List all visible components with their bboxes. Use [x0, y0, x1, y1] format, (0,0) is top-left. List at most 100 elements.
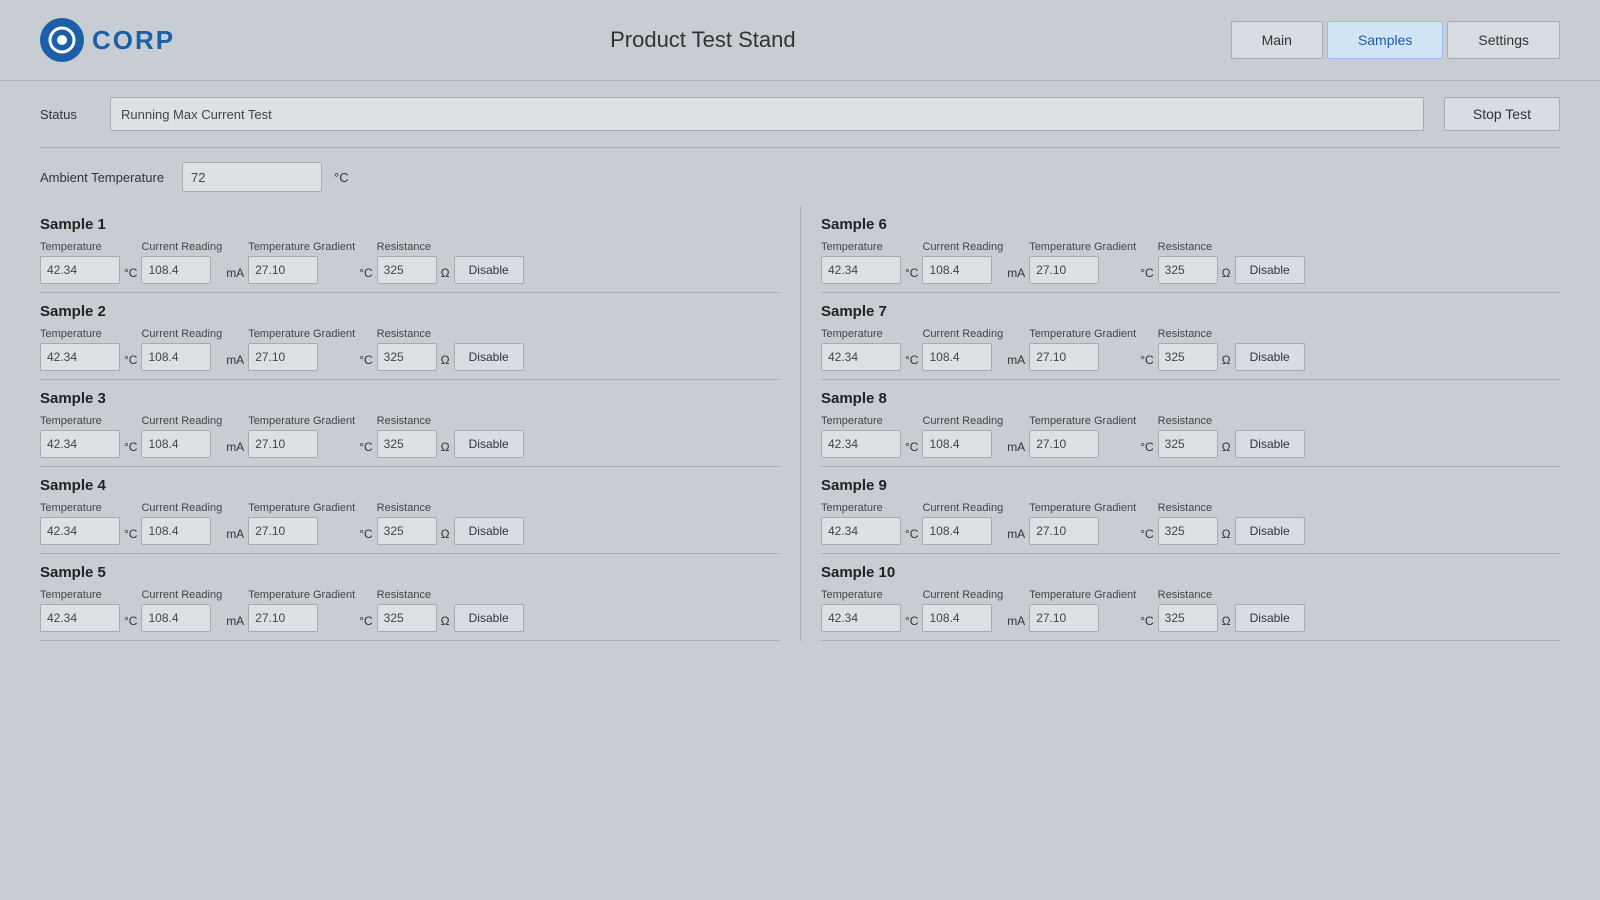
sample-1-tg-label: Temperature Gradient — [248, 241, 355, 253]
sample-4-fields: Temperature °C Current Reading mA Temper… — [40, 502, 780, 545]
sample-2-tg-input[interactable] — [248, 343, 318, 371]
sample-5-fields: Temperature °C Current Reading mA Temper… — [40, 589, 780, 632]
sample-4-title: Sample 4 — [40, 477, 780, 494]
nav-buttons: Main Samples Settings — [1231, 21, 1560, 59]
status-bar: Status Stop Test — [0, 81, 1600, 147]
sample-10-fields: Temperature °C Current Reading mA Temper… — [821, 589, 1560, 632]
sample-7-fields: Temperature °C Current Reading mA Temper… — [821, 328, 1560, 371]
sample-5-temp-input[interactable] — [40, 604, 120, 632]
sample-2-disable-btn[interactable]: Disable — [454, 343, 524, 371]
sample-3-fields: Temperature °C Current Reading mA Temper… — [40, 415, 780, 458]
sample-2-res-input[interactable] — [377, 343, 437, 371]
sample-7-disable-btn[interactable]: Disable — [1235, 343, 1305, 371]
sample-1-temp-input[interactable] — [40, 256, 120, 284]
sample-1-current-label: Current Reading — [141, 241, 222, 253]
sample-3-section: Sample 3 Temperature °C Current Reading … — [40, 380, 780, 467]
sample-4-tg-input[interactable] — [248, 517, 318, 545]
sample-5-disable-btn[interactable]: Disable — [454, 604, 524, 632]
sample-2-section: Sample 2 Temperature °C Current Reading … — [40, 293, 780, 380]
sample-5-current-input[interactable] — [141, 604, 211, 632]
samples-right-col: Sample 6 Temperature °C Current Reading … — [800, 206, 1560, 641]
status-input[interactable] — [110, 97, 1424, 131]
logo: CORP — [40, 18, 175, 62]
sample-10-title: Sample 10 — [821, 564, 1560, 581]
sample-6-disable-btn[interactable]: Disable — [1235, 256, 1305, 284]
sample-6-res-input[interactable] — [1158, 256, 1218, 284]
nav-main[interactable]: Main — [1231, 21, 1323, 59]
sample-10-res-input[interactable] — [1158, 604, 1218, 632]
sample-10-tg-input[interactable] — [1029, 604, 1099, 632]
sample-3-current-input[interactable] — [141, 430, 211, 458]
sample-3-res-input[interactable] — [377, 430, 437, 458]
sample-8-disable-btn[interactable]: Disable — [1235, 430, 1305, 458]
sample-7-res-input[interactable] — [1158, 343, 1218, 371]
sample-2-title: Sample 2 — [40, 303, 780, 320]
nav-samples[interactable]: Samples — [1327, 21, 1443, 59]
sample-8-fields: Temperature °C Current Reading mA Temper… — [821, 415, 1560, 458]
samples-grid: Sample 1 Temperature °C Current Reading … — [0, 206, 1600, 641]
sample-6-title: Sample 6 — [821, 216, 1560, 233]
stop-test-button[interactable]: Stop Test — [1444, 97, 1560, 131]
sample-8-temp-input[interactable] — [821, 430, 901, 458]
sample-2-fields: Temperature °C Current Reading mA Temper… — [40, 328, 780, 371]
sample-7-current-input[interactable] — [922, 343, 992, 371]
sample-9-temp-input[interactable] — [821, 517, 901, 545]
sample-7-temp-input[interactable] — [821, 343, 901, 371]
sample-1-title: Sample 1 — [40, 216, 780, 233]
sample-1-current-group: Current Reading — [141, 241, 222, 284]
sample-1-res-label: Resistance — [377, 241, 437, 253]
nav-settings[interactable]: Settings — [1447, 21, 1560, 59]
sample-1-section: Sample 1 Temperature °C Current Reading … — [40, 206, 780, 293]
sample-9-title: Sample 9 — [821, 477, 1560, 494]
sample-1-disable-btn[interactable]: Disable — [454, 256, 524, 284]
sample-1-current-input[interactable] — [141, 256, 211, 284]
sample-7-tg-input[interactable] — [1029, 343, 1099, 371]
sample-10-temp-input[interactable] — [821, 604, 901, 632]
sample-8-title: Sample 8 — [821, 390, 1560, 407]
sample-9-disable-btn[interactable]: Disable — [1235, 517, 1305, 545]
sample-6-temp-input[interactable] — [821, 256, 901, 284]
sample-10-current-input[interactable] — [922, 604, 992, 632]
sample-1-tg-unit: °C — [359, 266, 372, 280]
sample-4-res-input[interactable] — [377, 517, 437, 545]
sample-1-res-group: Resistance — [377, 241, 437, 284]
sample-2-current-input[interactable] — [141, 343, 211, 371]
sample-3-tg-input[interactable] — [248, 430, 318, 458]
sample-5-tg-input[interactable] — [248, 604, 318, 632]
sample-4-temp-input[interactable] — [40, 517, 120, 545]
sample-1-temp-group: Temperature — [40, 241, 120, 284]
sample-1-tg-input[interactable] — [248, 256, 318, 284]
sample-1-tg-group: Temperature Gradient — [248, 241, 355, 284]
status-label: Status — [40, 107, 90, 122]
ambient-label: Ambient Temperature — [40, 170, 170, 185]
sample-8-res-input[interactable] — [1158, 430, 1218, 458]
sample-1-fields: Temperature °C Current Reading mA Temper… — [40, 241, 780, 284]
sample-2-temp-input[interactable] — [40, 343, 120, 371]
sample-9-tg-input[interactable] — [1029, 517, 1099, 545]
sample-8-tg-input[interactable] — [1029, 430, 1099, 458]
page-title: Product Test Stand — [175, 27, 1230, 53]
sample-1-res-unit: Ω — [441, 266, 450, 280]
sample-5-title: Sample 5 — [40, 564, 780, 581]
sample-1-temp-label: Temperature — [40, 241, 120, 253]
sample-4-disable-btn[interactable]: Disable — [454, 517, 524, 545]
ambient-input[interactable] — [182, 162, 322, 192]
sample-3-temp-input[interactable] — [40, 430, 120, 458]
sample-10-section: Sample 10 Temperature °C Current Reading… — [821, 554, 1560, 641]
sample-8-current-input[interactable] — [922, 430, 992, 458]
sample-9-res-input[interactable] — [1158, 517, 1218, 545]
sample-6-tg-input[interactable] — [1029, 256, 1099, 284]
samples-left-col: Sample 1 Temperature °C Current Reading … — [40, 206, 800, 641]
sample-9-current-input[interactable] — [922, 517, 992, 545]
sample-8-section: Sample 8 Temperature °C Current Reading … — [821, 380, 1560, 467]
sample-3-disable-btn[interactable]: Disable — [454, 430, 524, 458]
sample-5-res-input[interactable] — [377, 604, 437, 632]
sample-1-res-input[interactable] — [377, 256, 437, 284]
sample-4-current-input[interactable] — [141, 517, 211, 545]
sample-4-section: Sample 4 Temperature °C Current Reading … — [40, 467, 780, 554]
ambient-unit: °C — [334, 170, 349, 185]
sample-6-current-input[interactable] — [922, 256, 992, 284]
sample-9-fields: Temperature °C Current Reading mA Temper… — [821, 502, 1560, 545]
sample-10-disable-btn[interactable]: Disable — [1235, 604, 1305, 632]
sample-1-current-unit: mA — [226, 266, 244, 280]
